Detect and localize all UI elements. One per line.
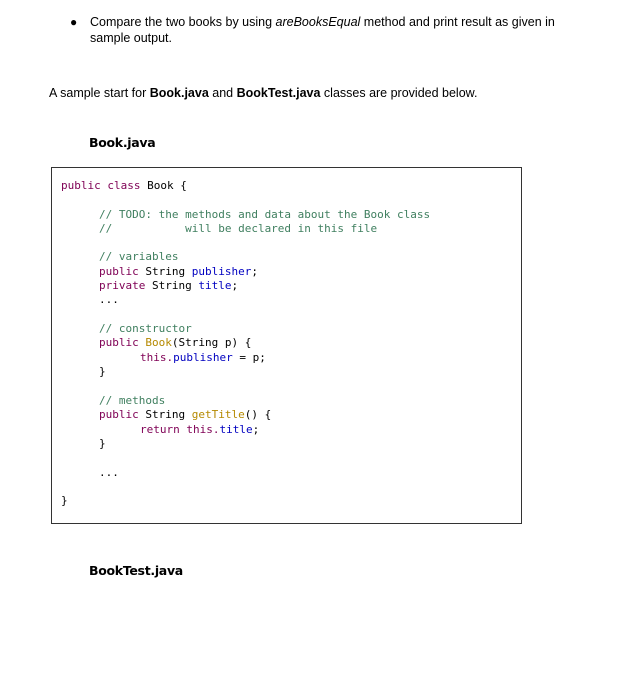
code-method-params: () {	[244, 408, 272, 421]
code-ellipsis-2: ...	[99, 466, 119, 479]
code-var1-type: String	[138, 265, 192, 278]
code-method-keyword: public	[99, 408, 139, 421]
method-name: areBooksEqual	[275, 15, 361, 29]
bullet-text: Compare the two books by using areBooksE…	[90, 14, 590, 46]
code-comment-todo2: // will be declared in this file	[99, 222, 378, 235]
code-var1-keyword: public	[99, 265, 139, 278]
code-ctor-this: this.	[140, 351, 174, 364]
intro-file-booktest: BookTest.java	[236, 86, 321, 100]
code-comment-variables: // variables	[99, 250, 179, 263]
code-ctor-params: (String p) {	[171, 336, 252, 349]
code-comment-constructor: // constructor	[99, 322, 192, 335]
code-close-method: }	[99, 437, 106, 450]
code-box: public class Book { // TODO: the methods…	[51, 167, 522, 524]
intro-text-2: classes are provided below.	[320, 86, 478, 100]
intro-text-and: and	[208, 86, 237, 100]
code-var2-name: title	[198, 279, 232, 292]
code-var1-name: publisher	[191, 265, 252, 278]
code-line-ctor-body: this.publisher = p;	[140, 351, 266, 365]
code-return-this: this.	[179, 423, 220, 436]
code-var2-type: String	[145, 279, 199, 292]
code-ctor-assign: = p;	[232, 351, 266, 364]
code-var2-keyword: private	[99, 279, 146, 292]
code-line-class: public class Book {	[61, 179, 187, 193]
code-return-semi: ;	[252, 423, 260, 436]
code-class-keyword: public class	[61, 179, 141, 192]
code-comment-methods: // methods	[99, 394, 166, 407]
code-method-name: getTitle	[191, 408, 245, 421]
code-line-return: return this.title;	[140, 423, 259, 437]
code-var2-semi: ;	[231, 279, 239, 292]
bullet-compare-books: ● Compare the two books by using areBook…	[70, 14, 590, 46]
bullet-text-part1: Compare the two books by using	[90, 15, 276, 29]
code-ctor-field: publisher	[173, 351, 233, 364]
code-return-keyword: return	[140, 423, 180, 436]
heading-book-java: Book.java	[89, 135, 156, 150]
code-return-field: title	[219, 423, 253, 436]
intro-text-1: A sample start for	[49, 86, 150, 100]
code-line-var-title: private String title;	[99, 279, 238, 293]
intro-paragraph: A sample start for Book.java and BookTes…	[49, 86, 477, 100]
code-class-name: Book {	[140, 179, 187, 192]
bullet-dot: ●	[70, 15, 78, 29]
code-comment-todo1: // TODO: the methods and data about the …	[99, 208, 431, 221]
code-line-gettitle: public String getTitle() {	[99, 408, 271, 422]
code-var1-semi: ;	[251, 265, 258, 278]
code-close-ctor: }	[99, 365, 106, 378]
code-ctor-keyword: public	[99, 336, 139, 349]
code-line-constructor: public Book(String p) {	[99, 336, 251, 350]
heading-booktest-java: BookTest.java	[89, 563, 183, 578]
code-line-var-publisher: public String publisher;	[99, 265, 258, 279]
code-close-class: }	[61, 494, 68, 507]
code-ellipsis-1: ...	[99, 293, 119, 306]
code-ctor-name: Book	[138, 336, 172, 349]
intro-file-book: Book.java	[149, 86, 209, 100]
code-method-type: String	[138, 408, 192, 421]
